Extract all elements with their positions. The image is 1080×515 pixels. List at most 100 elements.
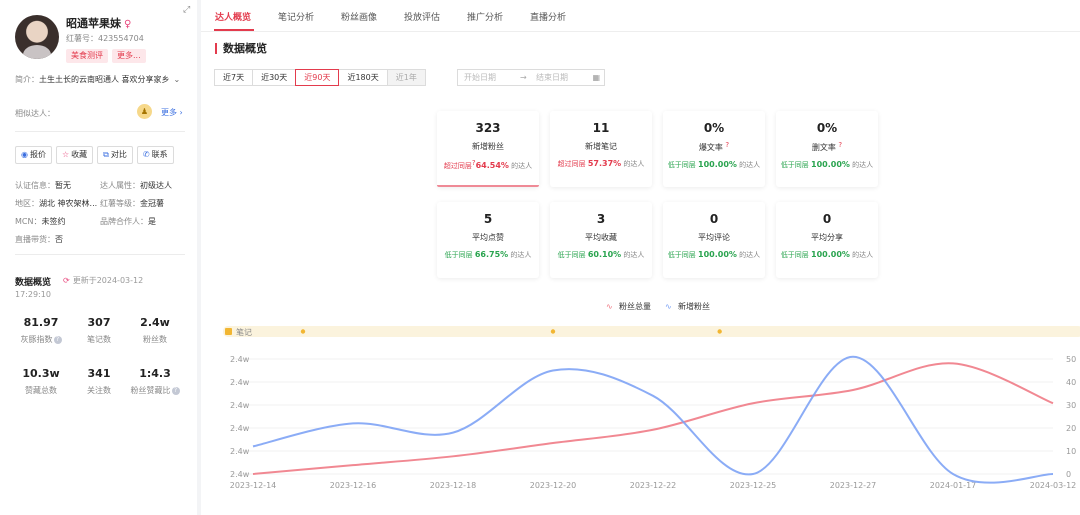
tag-food-review[interactable]: 美食测评 (66, 49, 108, 63)
right-tick-label: 10 (1066, 447, 1076, 456)
stat-notes: 307 笔记数 (71, 316, 127, 345)
expand-icon[interactable]: ⤢ (183, 5, 193, 15)
info-level: 红薯等级：金冠薯 (100, 198, 164, 209)
help-icon[interactable]: ? (838, 141, 842, 149)
update-info[interactable]: ⟳ 更新于2024-03-12 (63, 275, 143, 286)
legend-total-fans[interactable]: ∿ 粉丝总量 (606, 301, 651, 312)
tab-promotion[interactable]: 推广分析 (467, 10, 503, 23)
compare-pct: 64.54% (475, 161, 509, 170)
left-tick-label: 2.4w (230, 401, 250, 410)
tab-overview[interactable]: 达人概览 (215, 10, 251, 23)
card-value: 0 (709, 212, 719, 226)
tab-fans[interactable]: 粉丝画像 (341, 10, 377, 23)
info-mcn-key: MCN： (15, 217, 42, 226)
tab-evaluation[interactable]: 投放评估 (404, 10, 440, 23)
compare-button[interactable]: ⧉ 对比 (97, 146, 133, 164)
right-tick-label: 40 (1066, 378, 1076, 387)
profile-name-text: 昭通苹果妹 (66, 17, 121, 30)
card-new-fans[interactable]: 323 新增粉丝 超过同层?64.54% 的达人 (437, 111, 539, 187)
help-icon[interactable]: ? (53, 336, 62, 344)
card-delete-rate[interactable]: 0% 删文率 ? 低于同层 100.00% 的达人 (776, 111, 878, 187)
period-90d[interactable]: 近90天 (295, 69, 340, 86)
card-avg-comments[interactable]: 0 平均评论 低于同层 100.00% 的达人 (663, 202, 765, 278)
compare-suffix: 的达人 (852, 251, 874, 259)
compare-suffix: 的达人 (510, 251, 532, 259)
stat-index: 81.97 灰豚指数? (13, 316, 69, 345)
favorite-button[interactable]: ☆ 收藏 (55, 146, 94, 164)
note-icon (225, 328, 232, 335)
card-label: 删文率 ? (776, 141, 878, 153)
stat-notes-value: 307 (87, 316, 111, 329)
stat-index-label: 灰豚指数? (13, 334, 69, 345)
right-tick-label: 50 (1066, 355, 1076, 364)
calendar-icon[interactable]: ▦ (592, 70, 600, 85)
similar-avatar-icon[interactable]: ♟ (137, 104, 152, 119)
card-label: 新增笔记 (550, 141, 652, 152)
stat-ratio-label-text: 粉丝赞藏比 (130, 386, 171, 395)
similar-label: 相似达人： (15, 109, 55, 118)
period-7d[interactable]: 近7天 (214, 69, 254, 86)
card-value: 0% (816, 121, 838, 135)
info-live: 直播带货：否 (15, 234, 63, 245)
start-date-input[interactable]: 开始日期 (464, 73, 496, 82)
end-date-input[interactable]: 结束日期 (536, 70, 568, 85)
tag-more[interactable]: 更多... (112, 49, 146, 63)
card-new-notes[interactable]: 11 新增笔记 超过同层 57.37% 的达人 (550, 111, 652, 187)
stat-following-label: 关注数 (87, 386, 111, 395)
compare-prefix: 低于同层 (667, 251, 696, 259)
info-region-key: 地区： (15, 199, 39, 208)
help-icon[interactable]: ? (725, 141, 729, 149)
info-live-value: 否 (55, 235, 63, 244)
card-avg-shares[interactable]: 0 平均分享 低于同层 100.00% 的达人 (776, 202, 878, 278)
card-compare: 低于同层 60.10% 的达人 (550, 250, 652, 260)
legend-new-fans[interactable]: ∿ 新增粉丝 (665, 301, 710, 312)
card-label-text: 删文率 (811, 143, 836, 152)
note-dot (300, 329, 306, 334)
stat-notes-label: 笔记数 (87, 335, 111, 344)
note-label: 笔记 (236, 327, 252, 337)
help-icon[interactable]: ? (171, 387, 180, 395)
intro[interactable]: 简介：土生土长的云南昭通人 喜欢分享家乡 ⌄ (15, 74, 180, 85)
info-auth-value: 暂无 (55, 181, 71, 190)
stat-index-label-text: 灰豚指数 (20, 335, 53, 344)
coin-icon: ◉ (21, 150, 28, 159)
period-180d[interactable]: 近180天 (338, 69, 388, 86)
card-label-text: 新增粉丝 (472, 142, 504, 151)
refresh-icon[interactable]: ⟳ (63, 276, 70, 285)
card-label: 平均评论 (698, 233, 730, 242)
compare-prefix: 低于同层 (780, 251, 809, 259)
date-range-picker[interactable]: 开始日期 → 结束日期 ▦ (457, 69, 605, 86)
stat-following: 341 关注数 (71, 367, 127, 396)
stat-ratio: 1:4.3 粉丝赞藏比? (127, 367, 183, 396)
period-1y[interactable]: 近1年 (386, 69, 426, 86)
compare-pct: 66.75% (474, 250, 509, 259)
tab-notes[interactable]: 笔记分析 (278, 10, 314, 23)
more-link[interactable]: 更多 › (161, 107, 183, 118)
section-title: 数据概览 (215, 43, 267, 54)
card-avg-likes[interactable]: 5 平均点赞 低于同层 66.75% 的达人 (437, 202, 539, 278)
main-panel: 达人概览 笔记分析 粉丝画像 投放评估 推广分析 直播分析 数据概览 近7天 近… (201, 0, 1080, 515)
info-attr-key: 达人属性： (100, 181, 140, 190)
quote-button[interactable]: ◉ 报价 (15, 146, 52, 164)
period-30d[interactable]: 近30天 (252, 69, 297, 86)
card-value: 323 (475, 121, 501, 135)
contact-button[interactable]: ✆ 联系 (136, 146, 174, 164)
chevron-down-icon[interactable]: ⌄ (174, 75, 181, 84)
card-value: 0% (703, 121, 725, 135)
stat-likes-label: 赞藏总数 (25, 386, 57, 395)
card-avg-collects[interactable]: 3 平均收藏 低于同层 60.10% 的达人 (550, 202, 652, 278)
red-id-value: 423554704 (98, 34, 144, 43)
card-label: 平均点赞 (472, 233, 504, 242)
compare-suffix: 的达人 (623, 251, 645, 259)
card-hit-rate[interactable]: 0% 爆文率 ? 低于同层 100.00% 的达人 (663, 111, 765, 187)
compare-pct: 60.10% (587, 250, 622, 259)
x-tick-label: 2023-12-14 (230, 481, 277, 490)
info-brand-key: 品牌合作人： (100, 217, 148, 226)
compare-prefix: 超过同层 (443, 162, 472, 170)
card-compare: 低于同层 66.75% 的达人 (437, 250, 539, 260)
info-attr-value: 初级达人 (140, 181, 172, 190)
left-tick-label: 2.4w (230, 424, 250, 433)
sidebar: ⤢ 昭通苹果妹 ♀ 红薯号：423554704 美食测评 更多... 简介：土生土… (0, 0, 197, 515)
tab-live[interactable]: 直播分析 (530, 10, 566, 23)
action-bar: ◉ 报价 ☆ 收藏 ⧉ 对比 ✆ 联系 (15, 146, 174, 164)
